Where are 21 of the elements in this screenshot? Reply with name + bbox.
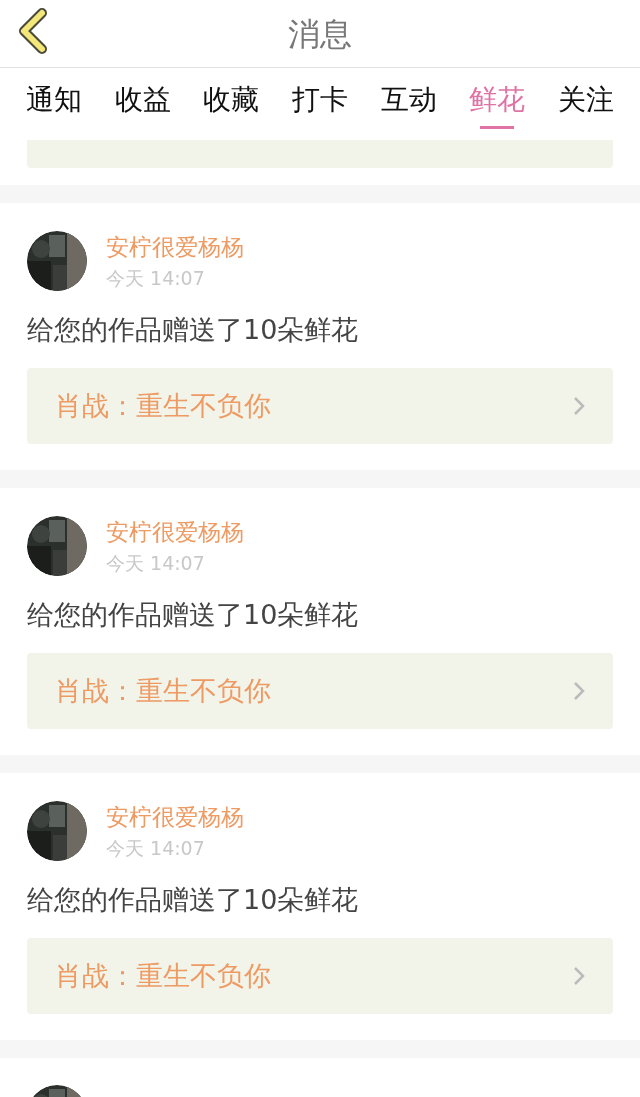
chevron-right-icon (573, 681, 585, 701)
message-text: 给您的作品赠送了10朵鲜花 (27, 598, 360, 632)
chevron-right-icon (573, 966, 585, 986)
work-link[interactable]: 肖战：重生不负你 (27, 938, 613, 1014)
work-link[interactable]: 肖战：重生不负你 (27, 653, 613, 729)
user-name[interactable]: 安柠很爱杨杨 (106, 230, 244, 264)
chevron-right-icon (573, 396, 585, 416)
tab[interactable]: 收益 (114, 82, 171, 129)
tab[interactable]: 关注 (557, 82, 614, 129)
tab[interactable]: 打卡 (291, 82, 348, 129)
page-title: 消息 (288, 13, 352, 55)
back-icon[interactable] (16, 8, 50, 54)
message-text: 给您的作品赠送了10朵鲜花 (27, 313, 360, 347)
tab[interactable]: 收藏 (203, 82, 260, 129)
work-link[interactable]: 肖战：重生不负你 (27, 368, 613, 444)
tab[interactable]: 通知 (26, 82, 82, 129)
message-text: 给您的作品赠送了10朵鲜花 (27, 883, 360, 917)
tab[interactable]: 鲜花 (469, 82, 526, 129)
user-name[interactable]: 安柠很爱杨杨 (106, 800, 244, 834)
tab[interactable]: 互动 (380, 82, 437, 129)
user-name[interactable]: 安柠很爱杨杨 (106, 515, 244, 549)
